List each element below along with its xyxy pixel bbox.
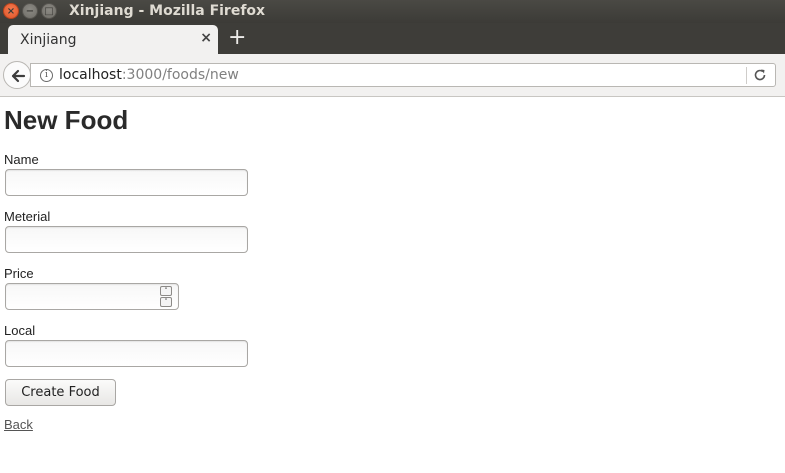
spin-up-icon[interactable]: ˄ [160, 286, 172, 296]
tab-xinjiang[interactable]: Xinjiang × [8, 25, 218, 54]
price-label: Price [4, 266, 34, 281]
price-field[interactable]: ˄ ˅ [5, 283, 179, 310]
info-icon[interactable]: i [40, 69, 53, 82]
reload-icon[interactable] [753, 68, 767, 82]
window-maximize-button[interactable]: □ [41, 3, 57, 19]
url-host: localhost [59, 67, 122, 83]
url-path: :3000/foods/new [121, 67, 239, 83]
url-separator [746, 67, 747, 84]
close-icon: × [6, 6, 16, 17]
new-tab-button[interactable]: + [228, 27, 246, 49]
tab-close-icon[interactable]: × [200, 30, 212, 46]
back-link[interactable]: Back [4, 417, 33, 432]
navigation-bar: i localhost:3000/foods/new [0, 54, 785, 97]
page-content: New Food Name Meterial Price ˄ ˅ Local C… [0, 97, 785, 473]
meterial-label: Meterial [4, 209, 51, 224]
window-title: Xinjiang - Mozilla Firefox [69, 3, 266, 19]
url-text: localhost:3000/foods/new [59, 67, 239, 83]
spin-down-icon[interactable]: ˅ [160, 297, 172, 307]
meterial-field[interactable] [5, 226, 248, 253]
tab-strip: Xinjiang × [0, 23, 785, 54]
maximize-icon: □ [44, 6, 54, 17]
back-arrow-icon [11, 69, 26, 83]
local-label: Local [4, 323, 36, 338]
url-bar[interactable]: i localhost:3000/foods/new [30, 63, 776, 87]
minimize-icon: − [25, 6, 35, 17]
name-label: Name [4, 152, 39, 167]
back-button[interactable] [3, 61, 31, 89]
window-close-button[interactable]: × [3, 3, 19, 19]
window-titlebar: × − □ Xinjiang - Mozilla Firefox [0, 0, 785, 23]
price-stepper[interactable]: ˄ ˅ [160, 286, 172, 308]
create-food-button[interactable]: Create Food [5, 379, 116, 406]
window-minimize-button[interactable]: − [22, 3, 38, 19]
local-field[interactable] [5, 340, 248, 367]
tab-label: Xinjiang [20, 32, 77, 48]
page-title: New Food [4, 105, 129, 135]
name-field[interactable] [5, 169, 248, 196]
